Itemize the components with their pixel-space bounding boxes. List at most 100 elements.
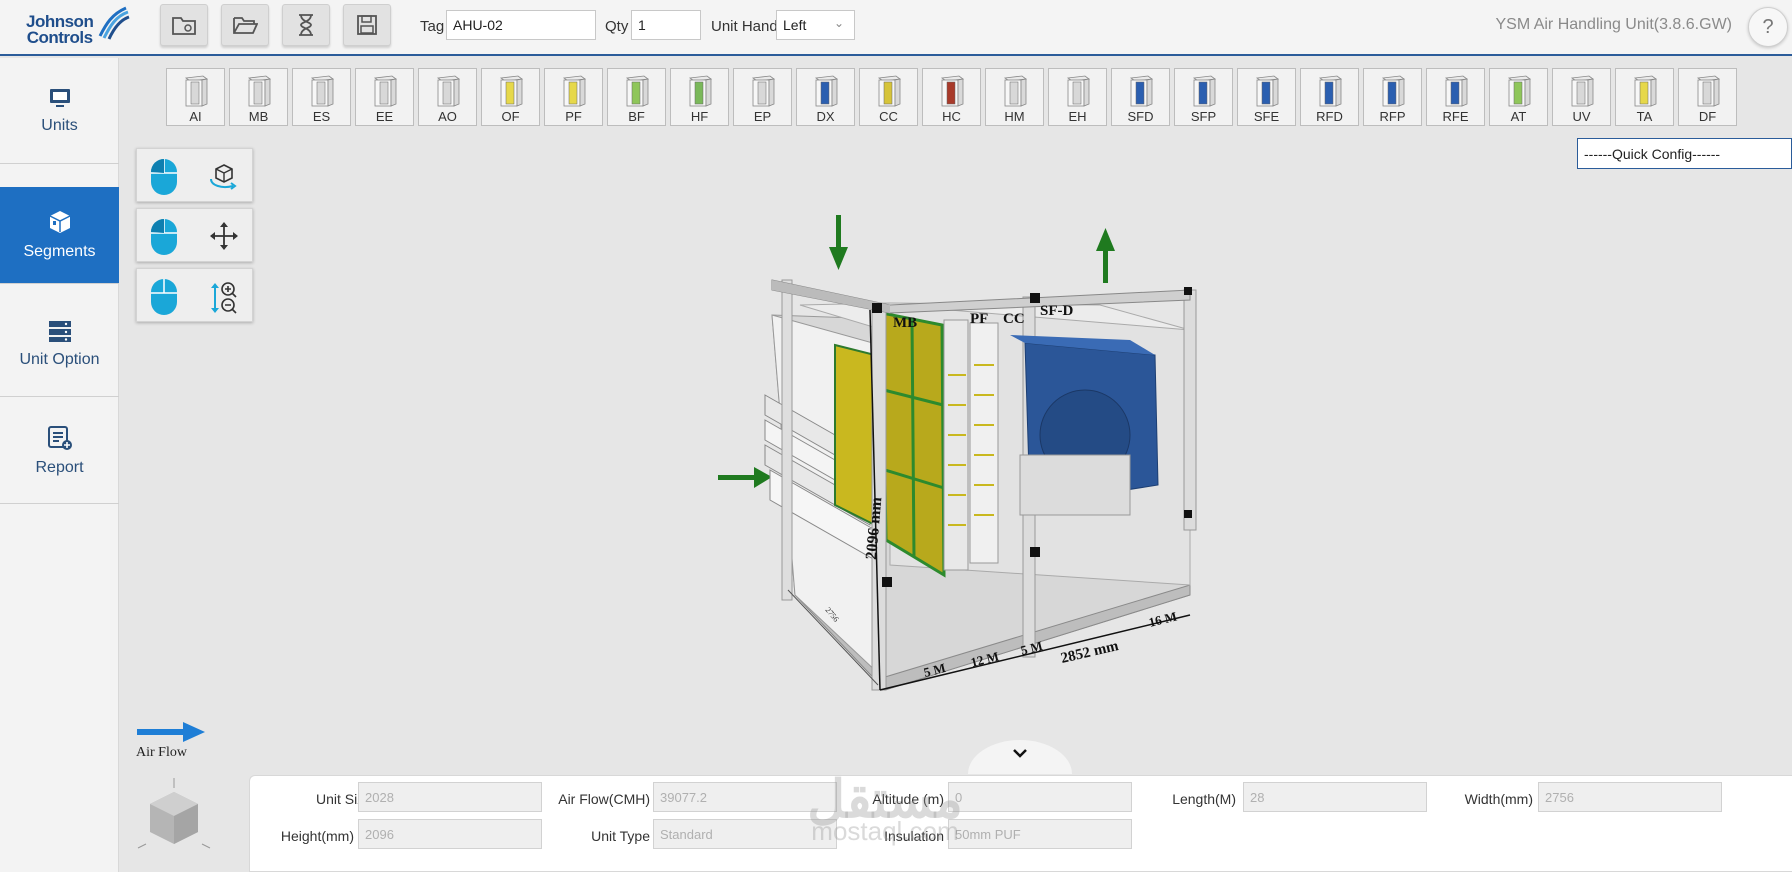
mouse-right-icon (151, 219, 177, 255)
segment-button-ao[interactable]: AO (418, 68, 477, 126)
view-cube-icon[interactable] (136, 776, 212, 856)
sidebar-item-unit-option[interactable]: Unit Option (0, 291, 119, 397)
module-dim-4: 16 M (1147, 608, 1178, 629)
segment-button-cc[interactable]: CC (859, 68, 918, 126)
unit-type-field[interactable]: Standard (653, 819, 837, 849)
segment-button-hf[interactable]: HF (670, 68, 729, 126)
segment-module-icon (1570, 75, 1595, 107)
segment-label: BF (628, 109, 645, 124)
help-button[interactable]: ? (1748, 7, 1788, 47)
segment-button-uv[interactable]: UV (1552, 68, 1611, 126)
segment-button-eh[interactable]: EH (1048, 68, 1107, 126)
new-project-button[interactable] (160, 4, 208, 46)
segment-button-rfd[interactable]: RFD (1300, 68, 1359, 126)
unit-hand-select[interactable]: Left ⌄ (776, 10, 855, 40)
quick-config-select[interactable]: ------Quick Config------ (1577, 138, 1792, 169)
segment-button-mb[interactable]: MB (229, 68, 288, 126)
segment-label: CC (879, 109, 898, 124)
segment-button-of[interactable]: OF (481, 68, 540, 126)
label-sfd: SF-D (1040, 303, 1074, 319)
segment-button-rfe[interactable]: RFE (1426, 68, 1485, 126)
save-button[interactable] (343, 4, 391, 46)
segment-label: HF (690, 109, 709, 124)
segment-button-sfd[interactable]: SFD (1111, 68, 1170, 126)
insulation-field[interactable]: 50mm PUF (948, 819, 1132, 849)
segment-module-icon (688, 75, 713, 107)
sidebar-item-label: Units (41, 116, 78, 134)
zoom-control[interactable] (136, 268, 253, 322)
qty-input[interactable] (631, 10, 701, 40)
segment-button-hc[interactable]: HC (922, 68, 981, 126)
altitude-label: Altitude (m) (872, 791, 944, 807)
segment-button-dx[interactable]: DX (796, 68, 855, 126)
segment-module-icon (436, 75, 461, 107)
height-label: Height(mm) (280, 828, 354, 844)
server-rack-icon (48, 320, 71, 342)
sidebar: Units Segments Unit Option Report (0, 58, 119, 872)
segment-button-ta[interactable]: TA (1615, 68, 1674, 126)
segment-button-pf[interactable]: PF (544, 68, 603, 126)
segment-button-sfp[interactable]: SFP (1174, 68, 1233, 126)
sidebar-item-report[interactable]: Report (0, 398, 119, 504)
rotate-control[interactable] (136, 148, 253, 202)
segment-label: SFE (1253, 109, 1280, 124)
air-flow-label: Air Flow(CMH) (558, 791, 650, 807)
collapse-panel-button[interactable] (968, 740, 1072, 774)
segment-button-at[interactable]: AT (1489, 68, 1548, 126)
tag-label: Tag (420, 18, 445, 35)
cube-segment-icon (49, 211, 70, 233)
history-button[interactable] (282, 4, 330, 46)
segment-label: EE (375, 109, 394, 124)
segment-module-icon (751, 75, 776, 107)
segment-module-icon (1129, 75, 1154, 107)
pan-control[interactable] (136, 208, 253, 262)
segment-module-icon (1066, 75, 1091, 107)
segment-label: DF (1698, 109, 1717, 124)
segment-button-es[interactable]: ES (292, 68, 351, 126)
segment-button-bf[interactable]: BF (607, 68, 666, 126)
segment-button-df[interactable]: DF (1678, 68, 1737, 126)
altitude-field[interactable]: 0 (948, 782, 1132, 812)
qty-label: Qty (605, 18, 629, 35)
airflow-label: Air Flow (136, 745, 187, 760)
air-flow-field[interactable]: 39077.2 (653, 782, 837, 812)
segment-button-hm[interactable]: HM (985, 68, 1044, 126)
hourglass-icon (299, 14, 313, 36)
segment-module-icon (1255, 75, 1280, 107)
airflow-inlet-side-arrow (718, 467, 772, 488)
open-folder-button[interactable] (221, 4, 269, 46)
length-dimension: 2852 mm (1059, 638, 1120, 667)
segment-module-icon (247, 75, 272, 107)
sidebar-item-units[interactable]: Units (0, 58, 119, 164)
segment-button-ee[interactable]: EE (355, 68, 414, 126)
segment-label: HM (1004, 109, 1025, 124)
segment-button-sfe[interactable]: SFE (1237, 68, 1296, 126)
segment-button-ep[interactable]: EP (733, 68, 792, 126)
segment-module-icon (814, 75, 839, 107)
move-arrows-icon (210, 222, 238, 250)
segment-module-icon (1318, 75, 1343, 107)
insulation-label: Insulation (884, 828, 944, 844)
unit-size-field[interactable]: 2028 (358, 782, 542, 812)
width-field[interactable]: 2756 (1538, 782, 1722, 812)
segment-module-icon (625, 75, 650, 107)
unit-info-panel: Unit Size 2028 Air Flow(CMH) 39077.2 Alt… (249, 775, 1792, 872)
sidebar-item-label: Unit Option (19, 350, 100, 368)
segment-label: AT (1510, 109, 1527, 124)
width-label: Width(mm) (1464, 791, 1533, 807)
ahu-3d-model[interactable]: MB PF CC SF-D 2096 mm 2852 mm 2756 5 M 1… (700, 205, 1300, 705)
segment-label: EP (753, 109, 772, 124)
segment-button-ai[interactable]: AI (166, 68, 225, 126)
segment-label: RFE (1442, 109, 1469, 124)
segment-module-icon (499, 75, 524, 107)
chevron-down-icon (1013, 749, 1027, 758)
app-title: YSM Air Handling Unit(3.8.6.GW) (1495, 16, 1732, 33)
height-field[interactable]: 2096 (358, 819, 542, 849)
segment-module-icon (1507, 75, 1532, 107)
segment-label: RFP (1379, 109, 1406, 124)
zoom-icon (211, 282, 237, 314)
sidebar-item-segments[interactable]: Segments (0, 187, 119, 284)
length-field[interactable]: 28 (1243, 782, 1427, 812)
tag-input[interactable] (446, 10, 596, 40)
segment-button-rfp[interactable]: RFP (1363, 68, 1422, 126)
